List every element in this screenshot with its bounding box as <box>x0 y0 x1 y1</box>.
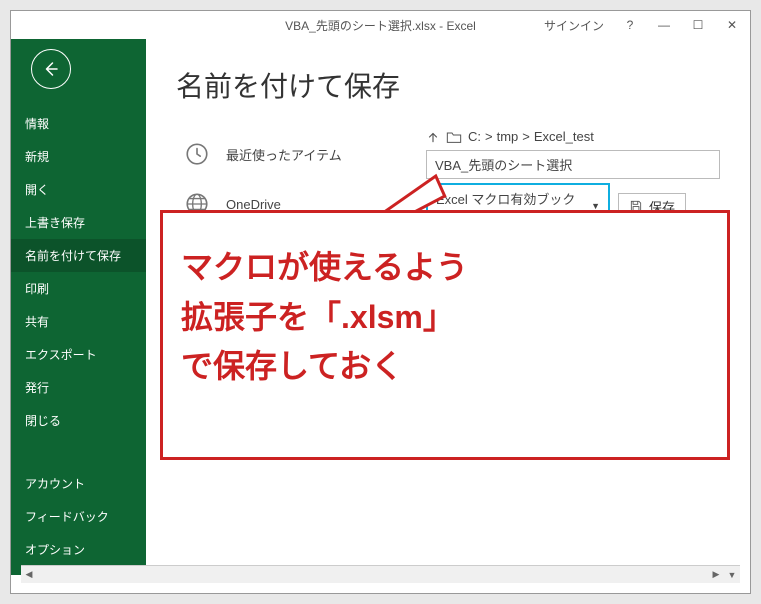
help-button[interactable]: ? <box>622 17 638 33</box>
breadcrumb-sep: > <box>485 129 493 144</box>
sidebar-item-print[interactable]: 印刷 <box>11 272 146 305</box>
sidebar-item-info[interactable]: 情報 <box>11 107 146 140</box>
sidebar-item-account[interactable]: アカウント <box>11 467 146 500</box>
signin-link[interactable]: サインイン <box>544 17 604 34</box>
callout-line: で保存しておく <box>181 342 709 392</box>
breadcrumb-part[interactable]: Excel_test <box>534 129 594 144</box>
sidebar-item-new[interactable]: 新規 <box>11 140 146 173</box>
scroll-down-button[interactable]: ▼ <box>724 565 740 583</box>
breadcrumb-sep: > <box>522 129 530 144</box>
sidebar-item-publish[interactable]: 発行 <box>11 371 146 404</box>
breadcrumb-part[interactable]: C: <box>468 129 481 144</box>
title-bar: VBA_先頭のシート選択.xlsx - Excel サインイン ? — ☐ ✕ <box>11 11 750 39</box>
location-recent[interactable]: 最近使ったアイテム <box>176 129 396 179</box>
callout-line: マクロが使えるよう <box>181 243 709 293</box>
folder-icon <box>446 130 462 144</box>
horizontal-scrollbar[interactable]: ◀ ▶ <box>21 565 724 583</box>
scroll-track[interactable] <box>37 568 708 582</box>
filename-input[interactable]: VBA_先頭のシート選択 <box>426 150 720 179</box>
breadcrumb-part[interactable]: tmp <box>497 129 519 144</box>
back-button[interactable] <box>31 49 71 89</box>
window-title: VBA_先頭のシート選択.xlsx - Excel <box>285 17 476 34</box>
page-title: 名前を付けて保存 <box>176 65 720 105</box>
sidebar-item-save[interactable]: 上書き保存 <box>11 206 146 239</box>
location-label: 最近使ったアイテム <box>226 145 342 164</box>
arrow-left-icon <box>42 60 60 78</box>
scroll-left-button[interactable]: ◀ <box>21 567 37 583</box>
close-button[interactable]: ✕ <box>724 17 740 33</box>
sidebar-item-close[interactable]: 閉じる <box>11 404 146 437</box>
sidebar-item-open[interactable]: 開く <box>11 173 146 206</box>
callout-line: 拡張子を「.xlsm」 <box>181 293 709 343</box>
up-folder-button[interactable] <box>426 130 440 144</box>
sidebar-item-options[interactable]: オプション <box>11 533 146 566</box>
breadcrumb: C: > tmp > Excel_test <box>468 129 594 144</box>
maximize-button[interactable]: ☐ <box>690 17 706 33</box>
sidebar-item-feedback[interactable]: フィードバック <box>11 500 146 533</box>
minimize-button[interactable]: — <box>656 17 672 33</box>
sidebar-item-saveas[interactable]: 名前を付けて保存 <box>11 239 146 272</box>
scroll-right-button[interactable]: ▶ <box>708 567 724 583</box>
sidebar-item-share[interactable]: 共有 <box>11 305 146 338</box>
sidebar-item-export[interactable]: エクスポート <box>11 338 146 371</box>
backstage-sidebar: 情報 新規 開く 上書き保存 名前を付けて保存 印刷 共有 エクスポート 発行 … <box>11 39 146 575</box>
clock-icon <box>182 139 212 169</box>
annotation-callout: マクロが使えるよう 拡張子を「.xlsm」 で保存しておく <box>160 210 730 460</box>
